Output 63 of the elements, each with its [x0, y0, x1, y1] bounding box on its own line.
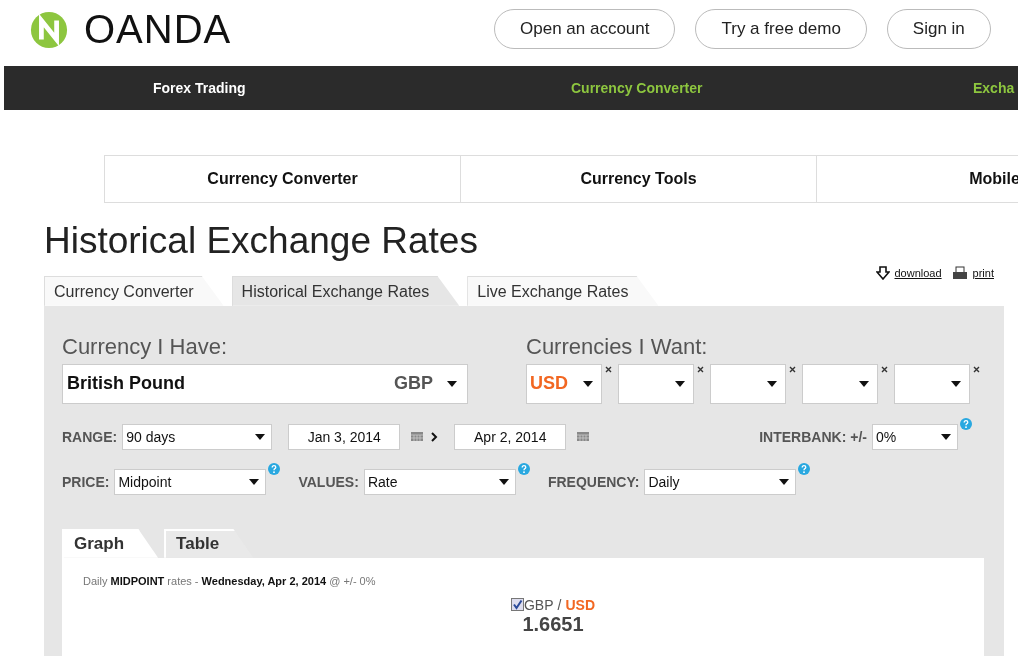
interbank-select[interactable]: 0% — [871, 423, 958, 450]
field-label: VALUES: — [298, 473, 359, 490]
currency-select[interactable]: British Pound GBP — [62, 363, 468, 404]
page-title: Historical Exchange Rates — [44, 221, 479, 262]
legend-label: USD — [565, 596, 595, 613]
close-icon[interactable] — [789, 365, 796, 373]
help-icon[interactable] — [959, 417, 972, 430]
caret-icon — [940, 433, 951, 440]
header-button[interactable]: Open an account — [494, 9, 676, 49]
caret-icon — [767, 380, 777, 387]
printer-icon — [951, 265, 968, 280]
legend-separator: / — [557, 596, 562, 613]
option-select[interactable]: Rate — [363, 468, 516, 495]
legend-label: GBP — [524, 596, 554, 613]
caret-icon — [498, 478, 509, 485]
field-label: PRICE: — [62, 473, 110, 490]
header-button[interactable]: Try a free demo — [695, 9, 867, 49]
close-icon[interactable] — [697, 365, 704, 373]
rate-value: 1.6651 — [522, 612, 584, 636]
caret-icon — [255, 433, 266, 440]
checkbox[interactable] — [511, 598, 524, 612]
download-icon — [875, 265, 890, 280]
tab[interactable]: Live Exchange Rates — [467, 275, 659, 306]
calendar-icon[interactable] — [411, 432, 424, 442]
help-icon[interactable] — [798, 462, 811, 475]
option-select[interactable]: Midpoint — [114, 468, 267, 495]
tab[interactable]: Graph — [62, 528, 159, 558]
caret-icon — [779, 478, 790, 485]
sub-nav-item[interactable]: Currency Tools — [461, 156, 817, 202]
nav-link[interactable]: Excha — [973, 80, 1018, 96]
chevron-icon — [431, 431, 439, 442]
help-icon[interactable] — [517, 462, 530, 475]
close-icon[interactable] — [881, 365, 888, 373]
help-icon[interactable] — [268, 462, 281, 475]
range-select[interactable]: 90 days — [122, 423, 273, 450]
field-label: RANGE: — [62, 428, 118, 445]
caret-icon — [675, 380, 685, 387]
field-label: INTERBANK: +/- — [759, 428, 867, 445]
nav-link[interactable]: Currency Converter — [571, 80, 973, 96]
caret-icon — [951, 380, 961, 387]
close-icon[interactable] — [605, 365, 612, 373]
tab[interactable]: Currency Converter — [44, 275, 224, 306]
caret-icon — [447, 380, 457, 387]
header-button[interactable]: Sign in — [886, 9, 991, 49]
caret-icon — [583, 380, 593, 387]
link[interactable]: print — [972, 266, 994, 279]
option-select[interactable]: Daily — [644, 468, 797, 495]
close-icon[interactable] — [973, 365, 980, 373]
field-label: Currency I Have: — [62, 333, 229, 360]
caret-icon — [859, 380, 869, 387]
graph-caption: Daily MIDPOINT rates - Wednesday, Apr 2, 2014 @ +/- 0% — [83, 574, 377, 587]
link[interactable]: download — [894, 266, 942, 279]
sub-nav-item[interactable]: Currency Converter — [105, 156, 461, 202]
caret-icon — [249, 478, 260, 485]
logo-icon — [30, 11, 68, 49]
date-field[interactable]: Jan 3, 2014 — [288, 423, 401, 450]
field-label: Currencies I Want: — [526, 333, 709, 360]
calendar-icon[interactable] — [577, 432, 590, 442]
nav-link[interactable]: Forex Trading — [153, 80, 571, 96]
tab[interactable]: Historical Exchange Rates — [231, 275, 460, 306]
logo-text: OANDA — [84, 9, 232, 49]
field-label: FREQUENCY: — [547, 473, 640, 490]
date-field[interactable]: Apr 2, 2014 — [454, 423, 567, 450]
